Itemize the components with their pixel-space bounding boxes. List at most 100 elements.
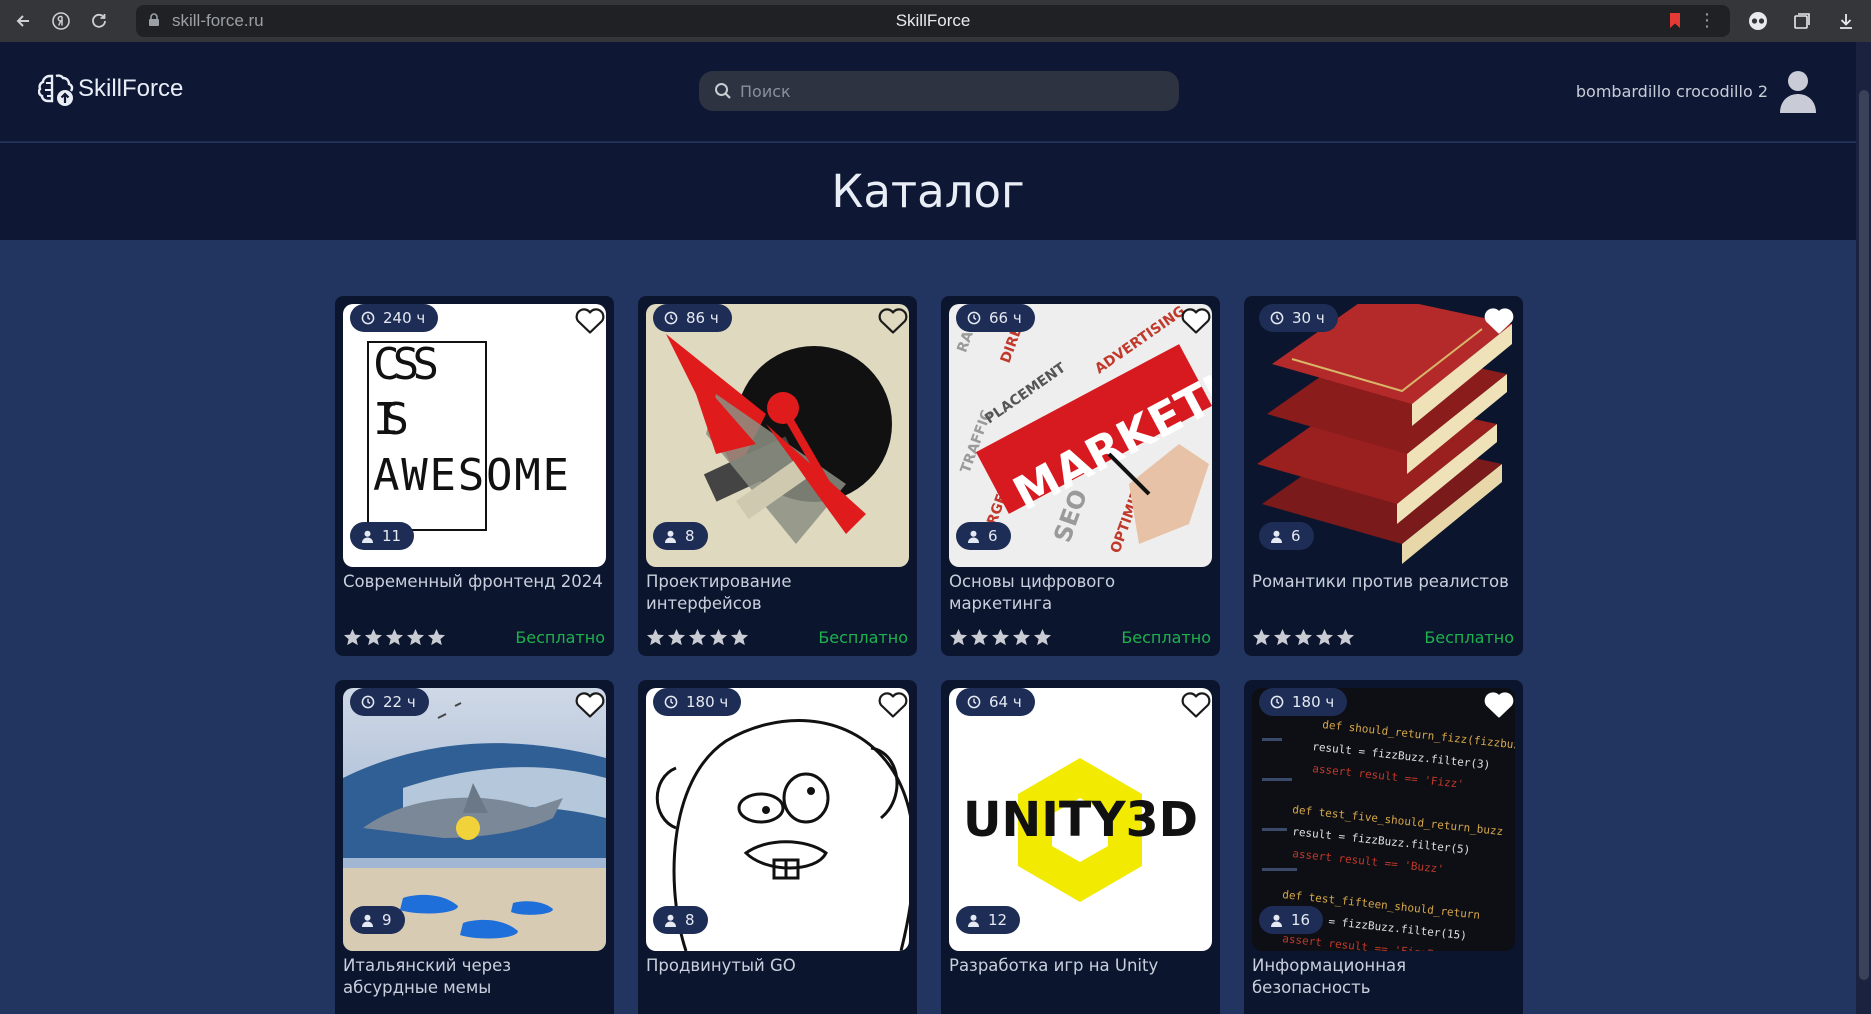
site-header: SkillForce bombardillo crocodillo 2 bbox=[0, 42, 1856, 142]
person-icon bbox=[665, 530, 676, 543]
students-badge: 12 bbox=[956, 906, 1021, 934]
course-card[interactable]: RANK DIRECT TRAFFIC TARGET SEO OPTIMIZE … bbox=[941, 296, 1220, 656]
heart-outline-icon[interactable] bbox=[1180, 305, 1212, 335]
download-icon bbox=[1840, 14, 1852, 29]
students-badge: 9 bbox=[350, 906, 405, 934]
course-card[interactable]: 86 ч 8 Проектирование интерфейсов Беспла… bbox=[638, 296, 917, 656]
students-count: 11 bbox=[382, 527, 402, 545]
rating-stars bbox=[646, 628, 749, 647]
more-menu-icon[interactable]: ⋮ bbox=[1698, 10, 1716, 31]
clock-icon bbox=[967, 695, 981, 709]
heart-filled-icon[interactable] bbox=[1483, 689, 1515, 719]
star-icon bbox=[1273, 628, 1292, 646]
star-icon bbox=[709, 628, 728, 646]
duration-text: 240 ч bbox=[383, 309, 426, 327]
scrollbar-thumb[interactable] bbox=[1859, 90, 1869, 980]
star-icon bbox=[1033, 628, 1052, 646]
students-badge: 8 bbox=[653, 522, 708, 550]
duration-text: 30 ч bbox=[1292, 309, 1325, 327]
collections-icon bbox=[1794, 13, 1810, 29]
logo-link[interactable]: SkillForce bbox=[38, 70, 183, 108]
person-icon bbox=[362, 530, 373, 543]
reload-icon bbox=[92, 13, 106, 28]
person-icon bbox=[665, 914, 676, 927]
back-button[interactable] bbox=[8, 6, 38, 36]
user-menu[interactable]: bombardillo crocodillo 2 bbox=[1576, 69, 1818, 113]
title-band: Каталог bbox=[0, 143, 1856, 240]
price-label: Бесплатно bbox=[1424, 628, 1514, 647]
clock-icon bbox=[1270, 695, 1284, 709]
browser-extensions bbox=[1743, 6, 1861, 36]
rating-stars bbox=[1252, 628, 1355, 647]
clock-icon bbox=[967, 311, 981, 325]
page-scrollbar[interactable] bbox=[1856, 42, 1871, 1014]
heart-outline-icon[interactable] bbox=[877, 305, 909, 335]
course-title[interactable]: Проектирование интерфейсов bbox=[646, 571, 908, 615]
course-title[interactable]: Информационная безопасность bbox=[1252, 955, 1514, 999]
url-text: skill-force.ru bbox=[172, 11, 264, 30]
svg-text:CSS: CSS bbox=[373, 339, 439, 390]
course-card[interactable]: UNITY3D 64 ч 12 Разработка игр на Unity bbox=[941, 680, 1220, 1014]
heart-outline-icon[interactable] bbox=[574, 689, 606, 719]
user-avatar-icon[interactable] bbox=[1778, 69, 1818, 113]
duration-text: 22 ч bbox=[383, 693, 416, 711]
search-input[interactable] bbox=[740, 81, 1140, 101]
yandex-icon bbox=[52, 12, 70, 30]
star-icon bbox=[730, 628, 749, 646]
star-icon bbox=[1336, 628, 1355, 646]
star-icon bbox=[688, 628, 707, 646]
logo-text: SkillForce bbox=[78, 75, 184, 102]
star-icon bbox=[646, 628, 665, 646]
mask-extension-button[interactable] bbox=[1743, 6, 1773, 36]
star-icon bbox=[1315, 628, 1334, 646]
heart-outline-icon[interactable] bbox=[574, 305, 606, 335]
students-badge: 6 bbox=[956, 522, 1011, 550]
course-title[interactable]: Разработка игр на Unity bbox=[949, 955, 1211, 977]
rating-stars bbox=[949, 628, 1052, 647]
user-name: bombardillo crocodillo 2 bbox=[1575, 81, 1768, 101]
star-icon bbox=[667, 628, 686, 646]
heart-filled-icon[interactable] bbox=[1483, 305, 1515, 335]
yandex-button[interactable] bbox=[46, 6, 76, 36]
price-label: Бесплатно bbox=[515, 628, 605, 647]
person-icon bbox=[362, 914, 373, 927]
star-icon bbox=[970, 628, 989, 646]
course-title[interactable]: Романтики против реалистов bbox=[1252, 571, 1514, 593]
person-icon bbox=[968, 914, 979, 927]
collections-button[interactable] bbox=[1787, 6, 1817, 36]
duration-badge: 240 ч bbox=[350, 304, 439, 332]
svg-text:AWESOME: AWESOME bbox=[373, 450, 569, 501]
duration-badge: 86 ч bbox=[653, 304, 732, 332]
students-count: 6 bbox=[1291, 527, 1301, 545]
star-icon bbox=[385, 628, 404, 646]
heart-outline-icon[interactable] bbox=[1180, 689, 1212, 719]
course-title[interactable]: Итальянский через абсурдные мемы bbox=[343, 955, 605, 999]
course-title[interactable]: Продвинутый GO bbox=[646, 955, 908, 977]
browser-toolbar: skill-force.ru SkillForce ⋮ bbox=[0, 0, 1871, 42]
svg-text:IS: IS bbox=[373, 394, 409, 445]
heart-outline-icon[interactable] bbox=[877, 689, 909, 719]
duration-badge: 64 ч bbox=[956, 688, 1035, 716]
course-card[interactable]: 22 ч 9 Итальянский через абсурдные мемы bbox=[335, 680, 614, 1014]
bookmark-icon[interactable] bbox=[1670, 13, 1680, 28]
reload-button[interactable] bbox=[84, 6, 114, 36]
search-box[interactable] bbox=[699, 71, 1179, 111]
course-card[interactable]: 180 ч 8 Продвинутый GO bbox=[638, 680, 917, 1014]
students-count: 16 bbox=[1291, 911, 1311, 929]
course-title[interactable]: Основы цифрового маркетинга bbox=[949, 571, 1211, 615]
clock-icon bbox=[664, 695, 678, 709]
students-count: 6 bbox=[988, 527, 998, 545]
students-badge: 11 bbox=[350, 522, 415, 550]
tab-title: SkillForce bbox=[895, 11, 971, 30]
students-badge: 8 bbox=[653, 906, 708, 934]
course-card[interactable]: CSS IS AWESOME 240 ч 11 Современный фронте… bbox=[335, 296, 614, 656]
students-count: 8 bbox=[685, 911, 695, 929]
course-card[interactable]: def should_return_fizz(fizzbuzz): result… bbox=[1244, 680, 1523, 1014]
course-title[interactable]: Современный фронтенд 2024 bbox=[343, 571, 605, 593]
duration-badge: 30 ч bbox=[1259, 304, 1338, 332]
students-count: 9 bbox=[382, 911, 392, 929]
duration-text: 180 ч bbox=[686, 693, 729, 711]
download-button[interactable] bbox=[1831, 6, 1861, 36]
address-bar[interactable]: skill-force.ru SkillForce ⋮ bbox=[136, 5, 1730, 37]
course-card[interactable]: 30 ч 6 Романтики против реалистов Беспла… bbox=[1244, 296, 1523, 656]
